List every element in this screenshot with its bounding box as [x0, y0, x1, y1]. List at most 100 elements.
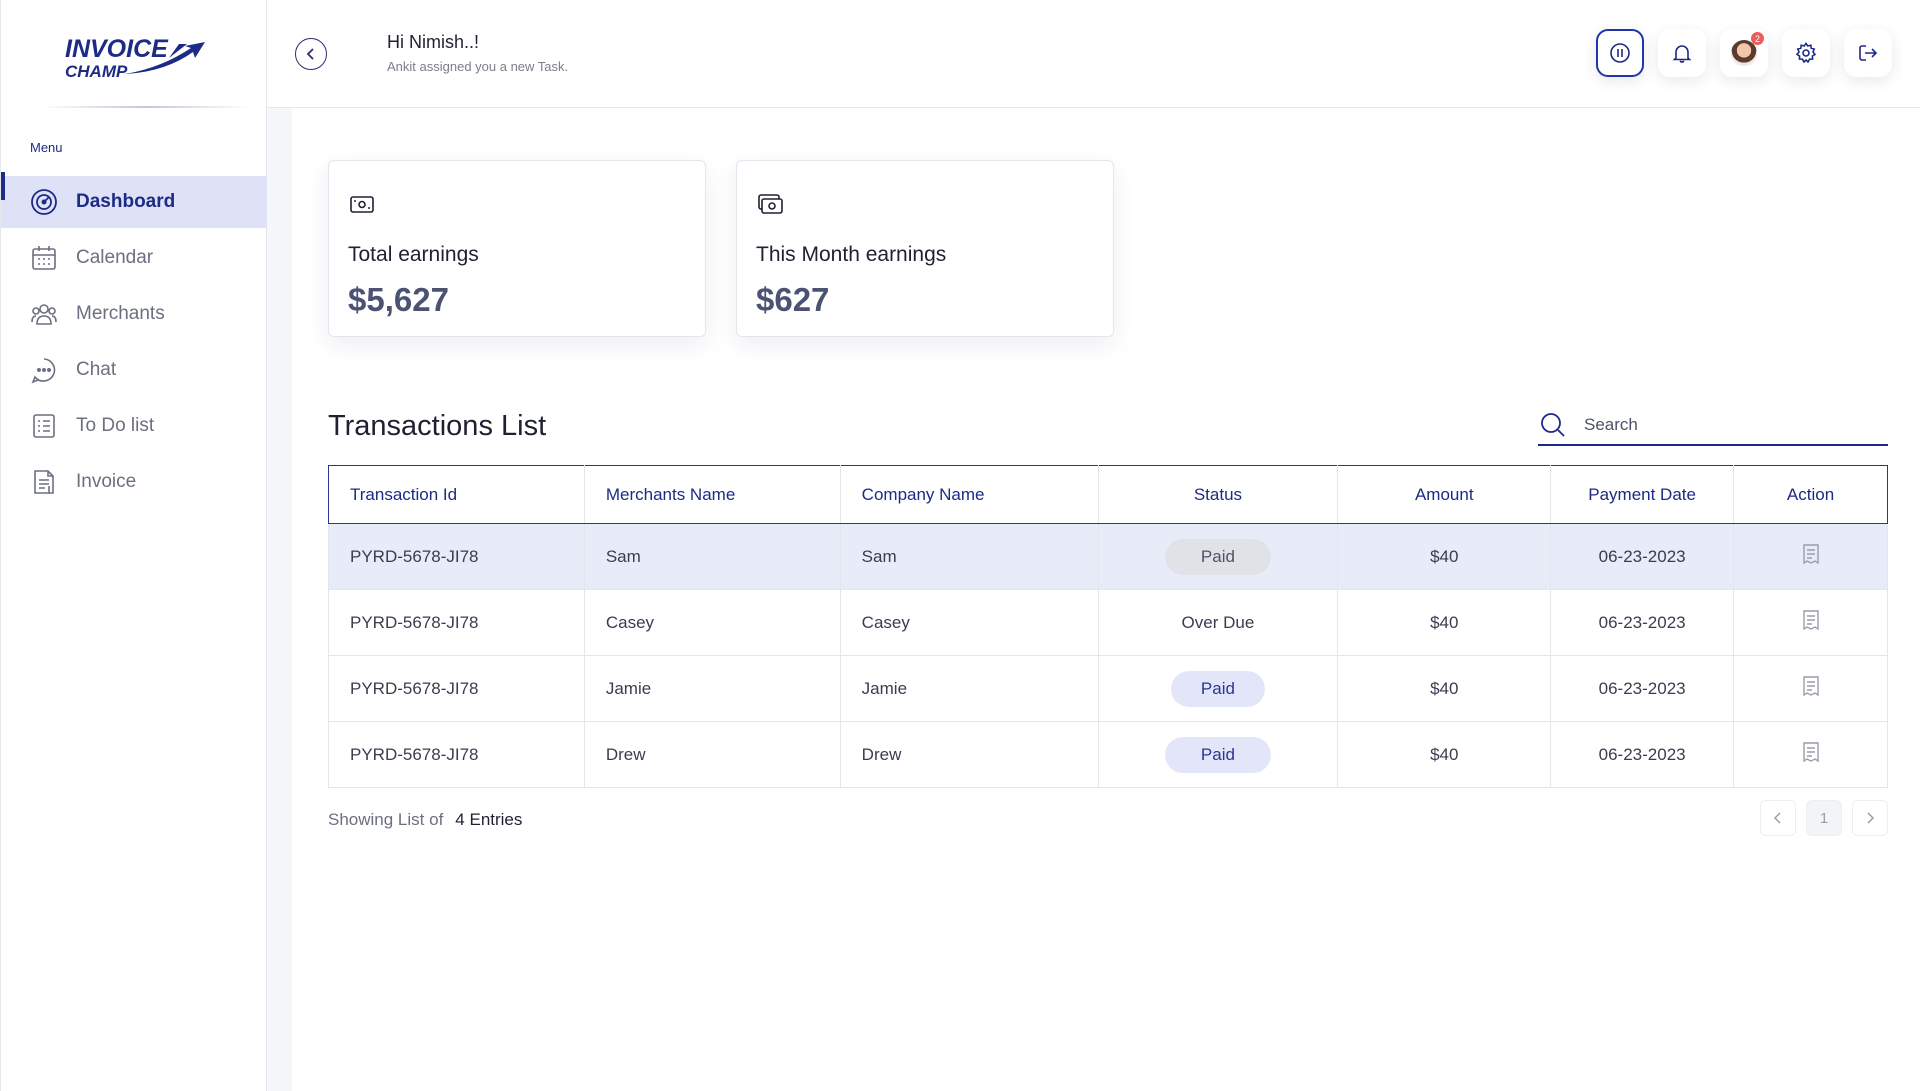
invoice-champ-logo[interactable]: INVOICE CHAMP	[61, 34, 211, 84]
table-row[interactable]: PYRD-5678-JI78 Sam Sam Paid $40 06-23-20…	[328, 523, 1888, 590]
transaction-id: PYRD-5678-JI78	[328, 589, 585, 656]
column-header[interactable]: Transaction Id	[328, 465, 585, 524]
payment-date: 06-23-2023	[1550, 523, 1735, 590]
search-input[interactable]	[1584, 415, 1864, 435]
table-row[interactable]: PYRD-5678-JI78 Drew Drew Paid $40 06-23-…	[328, 721, 1888, 788]
transactions-title: Transactions List	[328, 410, 547, 442]
transaction-id: PYRD-5678-JI78	[328, 655, 585, 722]
sidebar-item-dashboard[interactable]: Dashboard	[1, 172, 267, 228]
entries-count: 4 Entries	[455, 810, 523, 829]
search-icon	[1541, 413, 1565, 437]
receipt-icon[interactable]	[1800, 675, 1822, 697]
topbar: Hi Nimish..! Ankit assigned you a new Ta…	[267, 0, 1920, 108]
main-content: Total earnings $5,627 This Month earning…	[292, 108, 1920, 1091]
company-name: Drew	[840, 721, 1099, 788]
merchant-name: Jamie	[584, 655, 841, 722]
sidebar-item-calendar[interactable]: Calendar	[1, 232, 267, 284]
logout-icon	[1859, 45, 1878, 61]
table-header-row: Transaction Id Merchants Name Company Na…	[328, 465, 1888, 524]
sidebar-item-merchants[interactable]: Merchants	[1, 288, 267, 340]
amount: $40	[1337, 655, 1552, 722]
chevron-right-icon	[1867, 812, 1875, 824]
amount: $40	[1337, 523, 1552, 590]
company-name: Jamie	[840, 655, 1099, 722]
receipt-icon[interactable]	[1800, 543, 1822, 565]
sidebar-item-label: Chat	[76, 359, 117, 380]
merchant-name: Casey	[584, 589, 841, 656]
greeting-subtext: Ankit assigned you a new Task.	[387, 59, 569, 74]
notifications-button[interactable]	[1658, 29, 1706, 77]
top-actions: 2	[1596, 29, 1892, 77]
status-badge: Paid	[1164, 736, 1271, 773]
status-cell: Paid	[1098, 523, 1339, 590]
column-header[interactable]: Payment Date	[1550, 465, 1735, 524]
logo-divider	[41, 106, 251, 108]
company-name: Sam	[840, 523, 1099, 590]
chevron-left-icon	[306, 48, 314, 60]
column-header[interactable]: Company Name	[840, 465, 1099, 524]
payment-date: 06-23-2023	[1550, 589, 1735, 656]
logout-button[interactable]	[1844, 29, 1892, 77]
receipt-icon[interactable]	[1800, 741, 1822, 763]
sidebar-item-chat[interactable]: Chat	[1, 344, 267, 396]
sidebar-item-todo-list[interactable]: To Do list	[1, 400, 267, 452]
table-row[interactable]: PYRD-5678-JI78 Casey Casey Over Due $40 …	[328, 589, 1888, 656]
chevron-left-icon	[1773, 812, 1781, 824]
collapse-sidebar-button[interactable]	[295, 38, 327, 70]
notification-badge: 2	[1751, 32, 1764, 45]
sidebar-item-label: Calendar	[76, 247, 154, 268]
logo-line2: CHAMP	[65, 62, 128, 81]
timer-icon	[1610, 43, 1630, 63]
status-cell: Paid	[1098, 655, 1339, 722]
column-header[interactable]: Action	[1733, 465, 1888, 524]
action-cell	[1733, 721, 1888, 788]
sidebar-item-label: Dashboard	[76, 191, 176, 212]
calendar-icon	[30, 244, 58, 272]
card-value: $5,627	[348, 281, 449, 318]
invoice-icon	[30, 468, 58, 496]
bell-icon	[1672, 45, 1692, 63]
cash-icon	[758, 194, 783, 214]
column-header[interactable]: Status	[1098, 465, 1339, 524]
page-number-button[interactable]: 1	[1806, 800, 1842, 836]
sidebar: INVOICE CHAMP Menu Dashboard Calendar Me…	[0, 0, 267, 1091]
status-cell: Paid	[1098, 721, 1339, 788]
profile-button[interactable]: 2	[1720, 29, 1768, 77]
status-badge: Paid	[1170, 670, 1265, 707]
month-earnings-card: This Month earnings $627	[736, 160, 1114, 337]
greeting-title: Hi Nimish..!	[387, 32, 480, 52]
status-badge: Over Due	[1181, 612, 1255, 632]
column-header[interactable]: Amount	[1337, 465, 1552, 524]
amount: $40	[1337, 721, 1552, 788]
transaction-id: PYRD-5678-JI78	[328, 523, 585, 590]
greeting: Hi Nimish..! Ankit assigned you a new Ta…	[387, 32, 568, 74]
column-header[interactable]: Merchants Name	[584, 465, 841, 524]
next-page-button[interactable]	[1852, 800, 1888, 836]
search-box	[1538, 406, 1888, 446]
total-earnings-card: Total earnings $5,627	[328, 160, 706, 337]
card-label: Total earnings	[348, 243, 479, 266]
table-row[interactable]: PYRD-5678-JI78 Jamie Jamie Paid $40 06-2…	[328, 655, 1888, 722]
sidebar-item-invoice[interactable]: Invoice	[1, 456, 267, 508]
dashboard-icon	[30, 188, 58, 216]
payment-date: 06-23-2023	[1550, 655, 1735, 722]
sidebar-item-label: Invoice	[76, 471, 137, 492]
chat-icon	[30, 356, 58, 384]
merchant-name: Drew	[584, 721, 841, 788]
status-cell: Over Due	[1098, 589, 1339, 656]
wallet-icon	[350, 196, 374, 213]
settings-button[interactable]	[1782, 29, 1830, 77]
card-value: $627	[756, 281, 830, 318]
action-cell	[1733, 655, 1888, 722]
sidebar-item-label: Merchants	[76, 303, 165, 324]
sidebar-item-label: To Do list	[76, 415, 155, 436]
company-name: Casey	[840, 589, 1099, 656]
receipt-icon[interactable]	[1800, 609, 1822, 631]
amount: $40	[1337, 589, 1552, 656]
prev-page-button[interactable]	[1760, 800, 1796, 836]
action-cell	[1733, 589, 1888, 656]
entries-label: Showing List of	[328, 810, 444, 829]
merchants-icon	[30, 300, 58, 328]
timer-button[interactable]	[1596, 29, 1644, 77]
entries-summary: Showing List of 4 Entries	[328, 810, 522, 830]
